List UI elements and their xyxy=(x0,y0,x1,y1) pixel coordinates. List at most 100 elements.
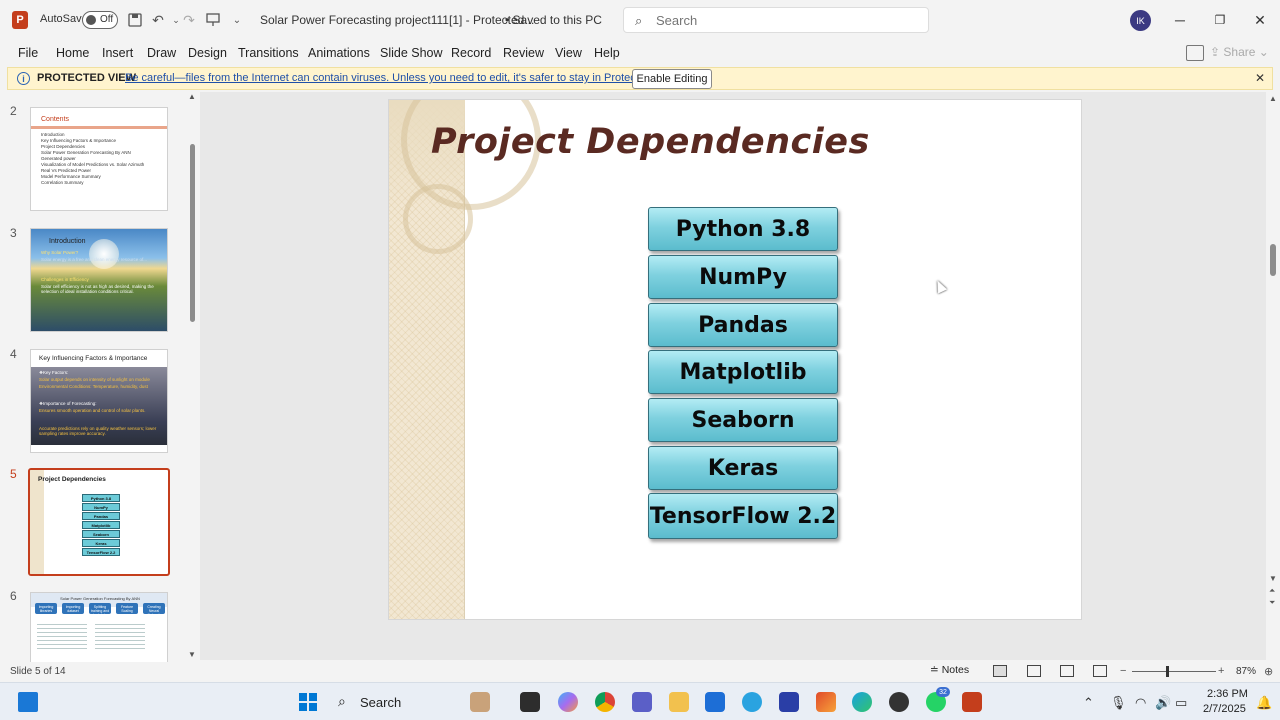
scroll-thumb[interactable] xyxy=(1270,244,1276,276)
tab-design[interactable]: Design xyxy=(188,46,227,60)
clock-time[interactable]: 2:36 PM xyxy=(1207,688,1248,700)
next-slide-icon[interactable]: ⏷ xyxy=(1269,598,1275,608)
file-explorer-icon[interactable] xyxy=(669,692,689,712)
slide-thumbnail-pane: 2 Contents Introduction Key Influencing … xyxy=(0,92,200,662)
scroll-thumb[interactable] xyxy=(190,144,195,322)
current-slide[interactable]: Project Dependencies Python 3.8 NumPy Pa… xyxy=(388,99,1082,620)
tab-file[interactable]: File xyxy=(18,46,38,60)
slide-show-icon[interactable] xyxy=(1093,665,1107,677)
tab-insert[interactable]: Insert xyxy=(102,46,133,60)
tab-view[interactable]: View xyxy=(555,46,582,60)
tab-draw[interactable]: Draw xyxy=(147,46,176,60)
thumb-dependency-box: Pandas xyxy=(82,512,120,520)
wifi-icon[interactable]: ◠ xyxy=(1135,695,1146,711)
scroll-up-icon[interactable]: ▲ xyxy=(188,92,196,101)
scroll-down-icon[interactable]: ▼ xyxy=(188,650,196,659)
enable-editing-button[interactable]: Enable Editing xyxy=(632,69,712,89)
zoom-slider-knob[interactable] xyxy=(1166,666,1169,677)
share-button[interactable]: ⇪ Share ⌄ xyxy=(1210,45,1269,59)
normal-view-icon[interactable] xyxy=(993,665,1007,677)
slide-title[interactable]: Project Dependencies xyxy=(431,122,870,162)
chrome-icon[interactable] xyxy=(595,692,615,712)
previous-slide-icon[interactable]: ⏶ xyxy=(1269,586,1275,596)
visual-studio-icon[interactable] xyxy=(779,692,799,712)
avatar[interactable]: IK xyxy=(1130,10,1151,31)
tab-home[interactable]: Home xyxy=(56,46,89,60)
tab-record[interactable]: Record xyxy=(451,46,491,60)
scroll-down-icon[interactable]: ▼ xyxy=(1269,574,1277,583)
zoom-out-icon[interactable]: − xyxy=(1120,665,1126,677)
comments-icon[interactable] xyxy=(1186,45,1204,61)
battery-icon[interactable]: ▭ xyxy=(1175,695,1187,711)
customize-toolbar-icon[interactable]: ⌄ xyxy=(228,11,246,29)
copilot-icon[interactable] xyxy=(558,692,578,712)
store-icon[interactable] xyxy=(705,692,725,712)
thumbnail-scrollbar[interactable]: ▲ ▼ xyxy=(188,92,198,662)
tab-slide-show[interactable]: Slide Show xyxy=(380,46,443,60)
thumb-text: Solar cell efficiency is not as high as … xyxy=(41,284,154,294)
redo-icon[interactable]: ↷ xyxy=(180,11,198,29)
show-hidden-icons-icon[interactable]: ⌃ xyxy=(1083,695,1094,711)
search-input[interactable] xyxy=(656,11,916,30)
obs-icon[interactable] xyxy=(889,692,909,712)
edge-icon[interactable] xyxy=(852,692,872,712)
thumb-number: 3 xyxy=(10,226,17,240)
tab-help[interactable]: Help xyxy=(594,46,620,60)
tab-transitions[interactable]: Transitions xyxy=(238,46,299,60)
reading-view-icon[interactable] xyxy=(1060,665,1074,677)
slide-thumbnail-2[interactable]: Contents Introduction Key Influencing Fa… xyxy=(30,107,168,211)
dependency-box[interactable]: TensorFlow 2.2 xyxy=(648,493,838,539)
minimize-icon[interactable]: ─ xyxy=(1170,10,1190,30)
slide-thumbnail-4[interactable]: Key Influencing Factors & Importance ❖Ke… xyxy=(30,349,168,453)
document-title[interactable]: Solar Power Forecasting project111[1] - … xyxy=(260,13,534,27)
dependency-box[interactable]: Matplotlib xyxy=(648,350,838,394)
slide-sorter-icon[interactable] xyxy=(1027,665,1041,677)
zoom-level[interactable]: 87% xyxy=(1236,666,1256,677)
clock-date[interactable]: 2/7/2025 xyxy=(1203,703,1246,715)
slide-thumbnail-3[interactable]: Introduction Why Solar Power? Solar ener… xyxy=(30,228,168,332)
teams-icon[interactable] xyxy=(632,692,652,712)
dependency-box[interactable]: Seaborn xyxy=(648,398,838,442)
slide-thumbnail-6[interactable]: Solar Power Generation Forecasting By AN… xyxy=(30,592,168,662)
undo-icon[interactable]: ↶ xyxy=(149,11,167,29)
tab-animations[interactable]: Animations xyxy=(308,46,370,60)
dependency-box[interactable]: Pandas xyxy=(648,303,838,347)
thumb-dependency-box: NumPy xyxy=(82,503,120,511)
notes-button[interactable]: ≐ Notes xyxy=(930,664,969,676)
search-box[interactable]: ⌕ xyxy=(623,7,929,33)
notifications-icon[interactable]: 🔔 xyxy=(1256,695,1272,711)
info-icon: i xyxy=(17,72,30,85)
taskbar-search[interactable]: ⌕ Search xyxy=(336,692,456,714)
slide-thumbnail-5[interactable]: Project Dependencies Python 3.8 NumPy Pa… xyxy=(28,468,170,576)
powerpoint-icon[interactable] xyxy=(962,692,982,712)
widgets-icon[interactable] xyxy=(18,692,38,712)
tab-review[interactable]: Review xyxy=(503,46,544,60)
present-icon[interactable] xyxy=(204,11,222,29)
volume-icon[interactable]: 🔊 xyxy=(1155,695,1171,711)
dependency-box[interactable]: Python 3.8 xyxy=(648,207,838,251)
save-icon[interactable] xyxy=(126,11,144,29)
close-icon[interactable]: ✕ xyxy=(1255,71,1265,85)
task-view-icon[interactable] xyxy=(520,692,540,712)
saved-status: • Saved to this PC xyxy=(505,13,602,27)
start-icon[interactable] xyxy=(298,692,318,712)
status-bar: Slide 5 of 14 ≐ Notes − + 87% ⊕ xyxy=(0,662,1280,682)
editor-scrollbar[interactable]: ▲ ▼ ⏶ ⏷ xyxy=(1266,92,1280,660)
dependency-box[interactable]: Keras xyxy=(648,446,838,490)
protected-view-message[interactable]: Be careful—files from the Internet can c… xyxy=(125,72,680,84)
telegram-icon[interactable] xyxy=(742,692,762,712)
zoom-slider[interactable] xyxy=(1132,671,1216,672)
thumb-heading: Project Dependencies xyxy=(38,476,106,483)
autosave-toggle[interactable]: Off xyxy=(82,11,118,29)
close-icon[interactable]: ✕ xyxy=(1250,10,1270,30)
taskbar-search-label: Search xyxy=(360,695,402,710)
microphone-icon[interactable]: 🎙 xyxy=(1110,695,1127,711)
news-icon[interactable] xyxy=(470,692,490,712)
zoom-in-icon[interactable]: + xyxy=(1218,665,1224,677)
dependency-box[interactable]: NumPy xyxy=(648,255,838,299)
restore-icon[interactable]: ❐ xyxy=(1210,10,1230,30)
autosave-state: Off xyxy=(100,14,114,25)
scroll-up-icon[interactable]: ▲ xyxy=(1269,94,1277,103)
fit-to-window-icon[interactable]: ⊕ xyxy=(1264,665,1273,678)
matlab-icon[interactable] xyxy=(816,692,836,712)
